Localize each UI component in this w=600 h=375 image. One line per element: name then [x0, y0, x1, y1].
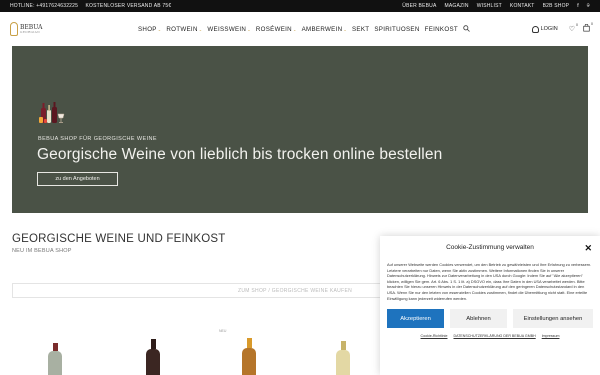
hero-kicker: BEBUA SHOP FÜR GEORGISCHE WEINE [38, 136, 157, 142]
product-bottle-image[interactable] [336, 341, 350, 375]
cookie-text: Auf unserer Webseite werden Cookies verw… [387, 262, 592, 301]
chevron-down-icon: ⌄ [198, 26, 203, 32]
login-link[interactable]: LOGIN [531, 25, 558, 33]
deny-button[interactable]: Ablehnen [450, 309, 507, 329]
nav-item-sekt[interactable]: SEKT [352, 26, 369, 33]
search-icon[interactable] [463, 24, 470, 34]
cookie-title: Cookie-Zustimmung verwalten [446, 244, 534, 251]
chevron-down-icon: ⌄ [247, 26, 251, 32]
main-header: BEBUA GEORGIAN SHOP⌄ ROTWEIN⌄ WEISSWEIN⌄… [0, 12, 600, 46]
view-settings-button[interactable]: Einstellungen ansehen [513, 309, 593, 329]
nav-item-amberwein[interactable]: AMBERWEIN⌄ [302, 26, 347, 33]
chevron-down-icon: ⌄ [292, 26, 297, 32]
login-label: LOGIN [540, 26, 558, 32]
logo-subtext: GEORGIAN [20, 29, 41, 34]
main-nav: SHOP⌄ ROTWEIN⌄ WEISSWEIN⌄ ROSÉWEIN⌄ AMBE… [138, 24, 470, 34]
hotline-text[interactable]: HOTLINE: +4917624632225 [10, 3, 78, 9]
product-bottle-image[interactable] [146, 339, 160, 375]
new-badge: NEU [219, 329, 227, 333]
chevron-down-icon: ⌄ [343, 26, 347, 32]
cookie-links: Cookie-Richtlinie DATENSCHUTZERKLÄRUNG D… [387, 334, 593, 338]
logo-mark-icon [10, 22, 18, 36]
product-bottle-image[interactable] [48, 343, 62, 375]
privacy-policy-link[interactable]: DATENSCHUTZERKLÄRUNG DER BEBUA GMBH [453, 334, 535, 338]
section-title: GEORGISCHE WEINE UND FEINKOST [12, 233, 226, 245]
user-icon [531, 25, 539, 33]
hero-banner: BEBUA SHOP FÜR GEORGISCHE WEINE Georgisc… [12, 46, 588, 213]
hero-title: Georgische Weine von lieblich bis trocke… [37, 146, 443, 163]
nav-item-weisswein[interactable]: WEISSWEIN⌄ [207, 26, 250, 33]
chevron-down-icon: ⌄ [157, 26, 162, 32]
topbar-link-about[interactable]: ÜBER BEBUA [402, 3, 436, 9]
close-icon[interactable]: ✕ [584, 244, 592, 253]
wine-bottles-icon [38, 102, 68, 124]
facebook-icon[interactable]: f [577, 3, 579, 9]
cookie-buttons: Akzeptieren Ablehnen Einstellungen anseh… [387, 309, 593, 329]
top-bar: HOTLINE: +4917624632225 KOSTENLOSER VERS… [0, 0, 600, 12]
accept-button[interactable]: Akzeptieren [387, 309, 444, 329]
topbar-link-magazine[interactable]: MAGAZIN [445, 3, 469, 9]
topbar-link-contact[interactable]: KONTAKT [510, 3, 535, 9]
cookie-consent-dialog: Cookie-Zustimmung verwalten ✕ Auf unsere… [380, 236, 600, 375]
wishlist-heart-icon[interactable]: ♡ 0 [569, 23, 578, 33]
nav-item-rotwein[interactable]: ROTWEIN⌄ [166, 26, 202, 33]
wishlist-count: 0 [576, 23, 578, 27]
cart-count: 0 [591, 22, 593, 26]
offers-button[interactable]: zu den Angeboten [37, 172, 118, 186]
header-actions: LOGIN ♡ 0 0 [531, 22, 593, 34]
nav-item-rosewein[interactable]: ROSÉWEIN⌄ [256, 26, 297, 33]
logo[interactable]: BEBUA GEORGIAN [10, 18, 44, 40]
nav-item-shop[interactable]: SHOP⌄ [138, 26, 161, 33]
cookie-policy-link[interactable]: Cookie-Richtlinie [421, 334, 448, 338]
nav-item-feinkost[interactable]: FEINKOST [425, 26, 458, 33]
instagram-icon[interactable]: ⌾ [587, 3, 590, 9]
shipping-text: KOSTENLOSER VERSAND AB 75€ [85, 3, 172, 9]
cart-bag-icon[interactable]: 0 [583, 22, 593, 34]
topbar-link-wishlist[interactable]: WISHLIST [477, 3, 502, 9]
section-subtitle: NEU IM BEBUA SHOP [12, 248, 72, 254]
nav-item-spirituosen[interactable]: SPIRITUOSEN [374, 26, 419, 33]
topbar-left: HOTLINE: +4917624632225 KOSTENLOSER VERS… [10, 3, 177, 9]
topbar-link-b2b[interactable]: B2B SHOP [543, 3, 570, 9]
product-bottle-image[interactable] [242, 338, 256, 375]
imprint-link[interactable]: Impressum [542, 334, 560, 338]
topbar-right: ÜBER BEBUA MAGAZIN WISHLIST KONTAKT B2B … [394, 3, 590, 9]
